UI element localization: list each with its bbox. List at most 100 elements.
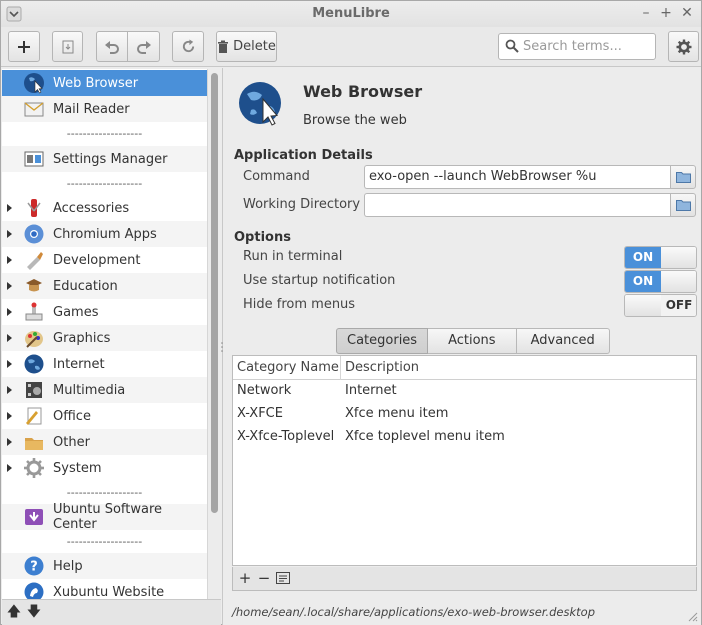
sidebar-item-accessories[interactable]: Accessories (2, 195, 207, 221)
table-header: Category Name Description (233, 356, 696, 380)
toolbar: Delete (1, 27, 701, 67)
sidebar-item-chromium-apps[interactable]: Chromium Apps (2, 221, 207, 247)
sidebar-item-multimedia[interactable]: Multimedia (2, 377, 207, 403)
sidebar-item-graphics[interactable]: Graphics (2, 325, 207, 351)
sidebar-item-development[interactable]: Development (2, 247, 207, 273)
expand-arrow-icon[interactable] (7, 334, 12, 342)
redo-button[interactable] (128, 31, 160, 62)
delete-button[interactable]: Delete (216, 31, 277, 62)
column-header-category-name[interactable]: Category Name (237, 360, 339, 375)
expand-arrow-icon[interactable] (7, 230, 12, 238)
column-divider (340, 356, 341, 380)
tab-advanced[interactable]: Advanced (516, 328, 610, 354)
maximize-icon[interactable]: + (657, 4, 675, 22)
scrollbar-thumb[interactable] (211, 73, 218, 513)
sidebar-item-label: Multimedia (53, 382, 126, 398)
expand-arrow-icon[interactable] (7, 308, 12, 316)
expand-arrow-icon[interactable] (7, 464, 12, 472)
sidebar-item-label: Settings Manager (53, 151, 168, 167)
sidebar-item-ubuntu-software-center[interactable]: Ubuntu Software Center (2, 502, 207, 532)
run-in-terminal-switch[interactable]: ON (624, 246, 697, 269)
clear-categories-icon[interactable] (276, 572, 290, 584)
sidebar-item-settings-manager[interactable]: Settings Manager (2, 146, 207, 172)
web-browser-globe-icon[interactable] (237, 80, 287, 130)
description-cell: Internet (345, 383, 397, 398)
sidebar-item-label: Other (53, 434, 90, 450)
sidebar-item-system[interactable]: System (2, 455, 207, 481)
sidebar-item-education[interactable]: Education (2, 273, 207, 299)
expand-arrow-icon[interactable] (7, 438, 12, 446)
sidebar-item-web-browser[interactable]: Web Browser (2, 70, 207, 96)
startup-notification-label: Use startup notification (243, 273, 396, 288)
revert-button[interactable] (172, 31, 204, 62)
switch-knob (661, 247, 696, 268)
refresh-icon (182, 39, 194, 53)
add-category-icon[interactable]: + (236, 569, 254, 587)
search-input[interactable] (523, 37, 651, 56)
tab-actions[interactable]: Actions (428, 328, 517, 354)
sidebar-item-office[interactable]: Office (2, 403, 207, 429)
system-icon (24, 458, 44, 478)
gear-icon (676, 39, 691, 54)
sidebar-item-xubuntu-website[interactable]: Xubuntu Website (2, 579, 207, 599)
switch-state: OFF (661, 295, 696, 316)
development-icon (27, 252, 43, 270)
sidebar-item-games[interactable]: Games (2, 299, 207, 325)
internet-icon (24, 354, 44, 374)
browse-directory-button[interactable] (670, 193, 696, 217)
tab-categories[interactable]: Categories (336, 328, 429, 354)
table-row[interactable]: Network Internet (233, 380, 696, 403)
desktop-file-path: /home/sean/.local/share/applications/exo… (232, 605, 595, 619)
category-name-cell: X-XFCE (237, 406, 283, 421)
sidebar-item-internet[interactable]: Internet (2, 351, 207, 377)
expand-arrow-icon[interactable] (7, 204, 12, 212)
expand-arrow-icon[interactable] (7, 282, 12, 290)
hide-from-menus-switch[interactable]: OFF (624, 294, 697, 317)
undo-button[interactable] (96, 31, 128, 62)
column-header-description[interactable]: Description (345, 360, 419, 375)
move-down-icon[interactable]: 🡇 (25, 603, 43, 621)
sidebar-item-label: Graphics (53, 330, 111, 346)
window-title: MenuLibre (312, 6, 390, 21)
sidebar-item-label: System (53, 460, 102, 476)
sidebar-item-help[interactable]: ? Help (2, 553, 207, 579)
other-icon (25, 438, 43, 450)
chromium-icon (24, 224, 44, 244)
expand-arrow-icon[interactable] (7, 360, 12, 368)
move-up-icon[interactable]: 🡅 (5, 603, 23, 621)
category-name-cell: X-Xfce-Toplevel (237, 429, 335, 444)
search-box[interactable] (498, 33, 656, 60)
browse-command-button[interactable] (670, 165, 696, 189)
close-icon[interactable]: ✕ (678, 4, 696, 22)
working-directory-label: Working Directory (243, 197, 361, 212)
hide-from-menus-label: Hide from menus (243, 297, 356, 312)
title-bar: MenuLibre – + ✕ (1, 1, 701, 27)
expand-arrow-icon[interactable] (7, 386, 12, 394)
command-field[interactable]: exo-open --launch WebBrowser %u (364, 165, 670, 189)
resize-grip-icon[interactable] (688, 612, 698, 622)
app-name[interactable]: Web Browser (303, 82, 422, 101)
sidebar-toolbar: 🡅 🡇 (2, 599, 221, 625)
working-directory-field[interactable] (364, 193, 670, 217)
minimize-icon[interactable]: – (637, 4, 655, 22)
save-button[interactable] (52, 31, 83, 62)
table-row[interactable]: X-Xfce-Toplevel Xfce toplevel menu item (233, 426, 696, 449)
sidebar-item-label: Internet (53, 356, 105, 372)
sidebar-item-label: Development (53, 252, 141, 268)
categories-table: Category Name Description Network Intern… (232, 355, 697, 566)
education-icon (26, 279, 42, 292)
expand-arrow-icon[interactable] (7, 256, 12, 264)
mail-reader-icon (24, 102, 44, 117)
sidebar-item-label: Ubuntu Software Center (53, 502, 163, 532)
add-button[interactable] (8, 31, 40, 62)
expand-arrow-icon[interactable] (7, 412, 12, 420)
sidebar-item-other[interactable]: Other (2, 429, 207, 455)
pane-divider-handle[interactable] (221, 341, 223, 353)
startup-notification-switch[interactable]: ON (624, 270, 697, 293)
settings-button[interactable] (668, 31, 699, 62)
app-comment[interactable]: Browse the web (303, 113, 407, 128)
sidebar-item-mail-reader[interactable]: Mail Reader (2, 96, 207, 122)
table-row[interactable]: X-XFCE Xfce menu item (233, 403, 696, 426)
remove-category-icon[interactable]: − (255, 569, 273, 587)
sidebar-scrollbar[interactable] (207, 69, 221, 599)
